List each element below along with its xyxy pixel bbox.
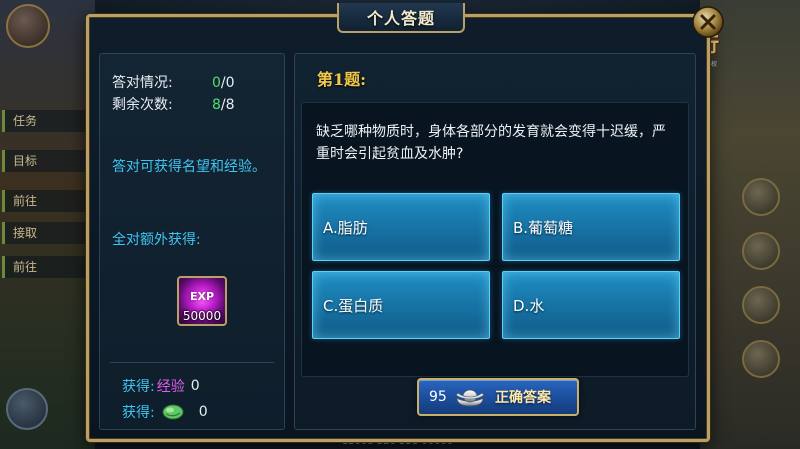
exp-item-count: 50000 (182, 309, 222, 323)
dialog-title: 个人答题 (366, 9, 435, 28)
question-header: 第1题: (295, 54, 695, 102)
reward-jade-row: 获得: 0 (122, 402, 208, 422)
quest-row[interactable]: 目标 (2, 150, 90, 172)
quest-row-text: 前往 (13, 194, 38, 208)
answer-option-label: B.葡萄糖 (513, 218, 574, 237)
quiz-dialog: 个人答题 答对情况: 0 /0 剩余次数: 8 /8 答对可获得名望和经验。 全… (86, 3, 724, 442)
reward-exp-prefix: 获得: (122, 379, 155, 395)
dialog-title-bar: 个人答题 (337, 3, 465, 33)
reward-exp-value: 0 (190, 378, 200, 394)
remaining-count-value: 8 (212, 97, 221, 113)
reward-exp-name: 经验 (156, 379, 185, 395)
question-number: 第1题: (317, 70, 367, 89)
quest-row[interactable]: 前往 (2, 256, 90, 278)
reward-info-text: 答对可获得名望和经验。 (112, 159, 266, 175)
question-panel: 第1题: 缺乏哪种物质时，身体各部分的发育就会变得十迟缓，严重时会引起贫血及水肿… (294, 53, 696, 430)
hud-skill-button[interactable] (742, 232, 780, 270)
correct-answer-label: 正确答案 (495, 390, 551, 406)
close-button[interactable] (691, 5, 725, 39)
reward-jade-value: 0 (198, 404, 208, 420)
remaining-count-row: 剩余次数: 8 /8 (112, 94, 235, 114)
hud-skill-button[interactable] (742, 286, 780, 324)
reward-exp-row: 获得: 经验 0 (122, 376, 200, 396)
reward-jade-prefix: 获得: (122, 405, 155, 421)
remaining-count-label: 剩余次数: (112, 97, 173, 113)
answer-option-d[interactable]: D.水 (502, 271, 680, 339)
quest-row[interactable]: 任务 (2, 110, 90, 132)
hud-menu-button[interactable] (6, 388, 48, 430)
answer-option-a[interactable]: A.脂肪 (312, 193, 490, 261)
remaining-count-total: /8 (220, 97, 235, 113)
answer-option-c[interactable]: C.蛋白质 (312, 271, 490, 339)
bonus-label: 全对额外获得: (112, 232, 201, 248)
green-jade-icon (161, 402, 185, 422)
quest-row-text: 任务 (13, 114, 38, 128)
close-icon (692, 6, 724, 38)
question-text: 缺乏哪种物质时，身体各部分的发育就会变得十迟缓，严重时会引起贫血及水肿? (316, 124, 666, 162)
correct-count-value: 0 (212, 75, 221, 91)
exp-item-label: EXP (189, 290, 215, 303)
divider (110, 362, 274, 363)
quest-row[interactable]: 前往 (2, 190, 90, 212)
quest-row-text: 前往 (13, 260, 38, 274)
correct-count-row: 答对情况: 0 /0 (112, 72, 235, 92)
hud-skill-button[interactable] (742, 340, 780, 378)
silver-ingot-icon (455, 386, 485, 408)
quest-row-text: 接取 (13, 226, 38, 240)
correct-count-label: 答对情况: (112, 75, 173, 91)
answer-option-label: A.脂肪 (323, 218, 368, 237)
quest-row[interactable]: 接取 (2, 222, 90, 244)
answer-option-label: D.水 (513, 296, 545, 315)
quiz-status-panel: 答对情况: 0 /0 剩余次数: 8 /8 答对可获得名望和经验。 全对额外获得… (99, 53, 285, 430)
question-body: 缺乏哪种物质时，身体各部分的发育就会变得十迟缓，严重时会引起贫血及水肿? A.脂… (301, 102, 689, 377)
correct-count-total: /0 (220, 75, 235, 91)
show-correct-answer-button[interactable]: 95 正确答案 (417, 378, 579, 416)
hud-skill-button[interactable] (742, 178, 780, 216)
answer-option-label: C.蛋白质 (323, 296, 384, 315)
player-avatar[interactable] (6, 4, 50, 48)
answer-option-b[interactable]: B.葡萄糖 (502, 193, 680, 261)
quest-row-text: 目标 (13, 154, 38, 168)
answer-cost: 95 (429, 389, 447, 405)
exp-reward-item[interactable]: EXP 50000 (177, 276, 227, 326)
